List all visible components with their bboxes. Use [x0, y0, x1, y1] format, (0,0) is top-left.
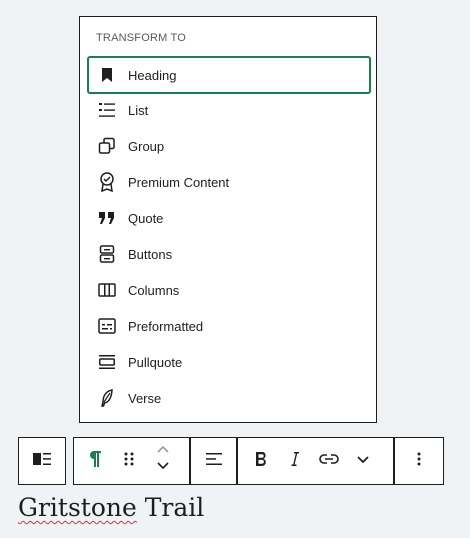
misspelled-word: Gritstone [18, 493, 137, 522]
menu-item-label: Preformatted [128, 318, 204, 334]
menu-item-list[interactable]: List [87, 92, 371, 128]
italic-button[interactable] [278, 438, 312, 484]
drag-handle-icon [123, 451, 135, 472]
menu-item-label: Premium Content [128, 174, 230, 190]
preformatted-icon [97, 316, 117, 336]
buttons-icon [97, 244, 117, 264]
drag-handle-button[interactable] [112, 438, 146, 484]
quote-icon [97, 208, 117, 228]
block-layout-icon [32, 452, 52, 471]
menu-item-heading[interactable]: Heading [87, 56, 371, 94]
block-heading-text[interactable]: Gritstone Trail [18, 493, 204, 522]
menu-item-label: Pullquote [128, 354, 183, 370]
menu-item-label: Group [128, 138, 165, 154]
menu-item-buttons[interactable]: Buttons [87, 236, 371, 272]
feather-icon [97, 388, 117, 408]
paragraph-transform-button[interactable] [78, 438, 112, 484]
menu-item-label: Buttons [128, 246, 173, 262]
align-left-icon [205, 451, 223, 472]
transform-popover: TRANSFORM TO Heading List Group Premium … [79, 16, 377, 423]
chevron-down-icon [356, 452, 370, 470]
more-options-button[interactable] [402, 438, 436, 484]
menu-item-label: Heading [128, 67, 177, 83]
paragraph-icon [88, 450, 102, 473]
menu-item-group[interactable]: Group [87, 128, 371, 164]
menu-item-columns[interactable]: Columns [87, 272, 371, 308]
toolbar-group-block [18, 437, 66, 485]
group-icon [97, 136, 117, 156]
link-icon [318, 452, 340, 470]
toolbar-group-transform [72, 437, 190, 485]
menu-item-verse[interactable]: Verse [87, 380, 371, 416]
bookmark-icon [97, 65, 117, 85]
pullquote-icon [97, 352, 117, 372]
menu-item-premium-content[interactable]: Premium Content [87, 164, 371, 200]
menu-item-label: List [128, 102, 149, 118]
menu-item-quote[interactable]: Quote [87, 200, 371, 236]
premium-badge-icon [97, 172, 117, 192]
bold-button[interactable] [244, 438, 278, 484]
toolbar-group-align [189, 437, 238, 485]
move-up-down-icon [156, 445, 170, 478]
bold-icon [254, 451, 268, 472]
menu-item-pullquote[interactable]: Pullquote [87, 344, 371, 380]
block-layout-button[interactable] [25, 438, 59, 484]
link-button[interactable] [312, 438, 346, 484]
menu-item-label: Verse [128, 390, 162, 406]
toolbar-group-options [394, 437, 444, 485]
list-icon [97, 100, 117, 120]
transform-menu: Heading List Group Premium Content Quote [87, 56, 371, 416]
popover-title: TRANSFORM TO [96, 32, 186, 44]
menu-item-preformatted[interactable]: Preformatted [87, 308, 371, 344]
toolbar-group-format [237, 437, 395, 485]
move-up-down-button[interactable] [146, 438, 180, 484]
italic-icon [290, 451, 300, 472]
more-options-icon [417, 451, 421, 472]
menu-item-label: Quote [128, 210, 164, 226]
block-toolbar [18, 437, 444, 485]
title-rest: Trail [136, 493, 205, 522]
align-button[interactable] [197, 438, 231, 484]
columns-icon [97, 280, 117, 300]
menu-item-label: Columns [128, 282, 180, 298]
more-formats-button[interactable] [346, 438, 380, 484]
